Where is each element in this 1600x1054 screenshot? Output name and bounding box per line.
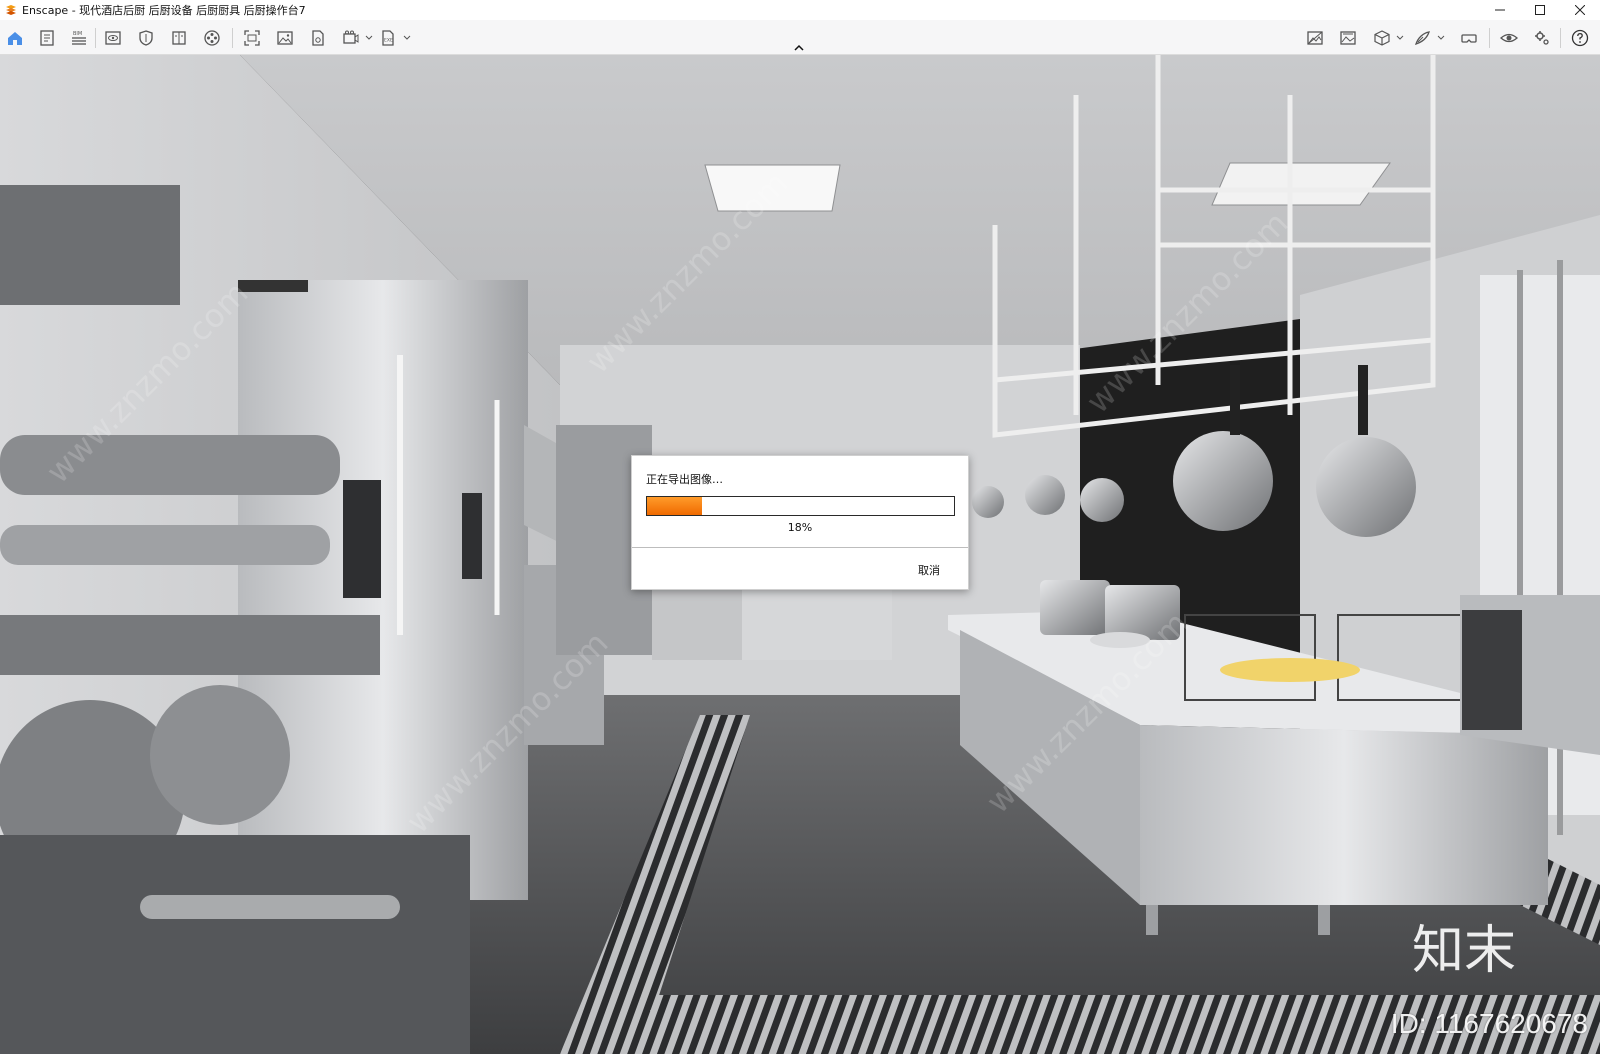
screenshot-button[interactable]	[241, 27, 263, 49]
chevron-down-icon	[1396, 35, 1404, 40]
view-button[interactable]	[102, 27, 124, 49]
maximize-icon	[1535, 5, 1545, 15]
export-progress-dialog: 正在导出图像… 18% 取消	[631, 455, 969, 590]
photo-settings-icon	[1340, 31, 1356, 45]
image-compare-button[interactable]	[1304, 27, 1326, 49]
film-reel-icon	[204, 30, 220, 46]
collapse-toolbar-button[interactable]	[792, 42, 806, 54]
document-button[interactable]	[36, 27, 58, 49]
visibility-button[interactable]	[1498, 27, 1520, 49]
window-title: Enscape - 现代酒店后厨 后厨设备 后厨厨具 后厨操作台7	[22, 4, 306, 17]
minimize-button[interactable]	[1480, 0, 1520, 20]
chevron-down-icon	[365, 35, 373, 40]
dialog-title: 正在导出图像…	[646, 473, 723, 486]
eye-icon	[1500, 33, 1518, 43]
brush-dropdown-button[interactable]	[1436, 27, 1446, 49]
title-bar: Enscape - 现代酒店后厨 后厨设备 后厨厨具 后厨操作台7	[0, 0, 1600, 21]
window-controls	[1480, 0, 1600, 20]
cube-dropdown-button[interactable]	[1395, 27, 1405, 49]
brush-button[interactable]	[1411, 27, 1433, 49]
film-reel-button[interactable]	[201, 27, 223, 49]
bim-list-icon: BIM	[72, 31, 86, 45]
file-edit-icon	[312, 30, 324, 46]
exe-export-button[interactable]: EXE	[377, 27, 399, 49]
home-button[interactable]	[4, 27, 26, 49]
maximize-button[interactable]	[1520, 0, 1560, 20]
help-button[interactable]	[1569, 27, 1591, 49]
bim-label: BIM	[73, 31, 82, 37]
book-icon	[172, 31, 186, 45]
close-icon	[1575, 5, 1585, 15]
exe-dropdown-button[interactable]	[402, 27, 412, 49]
close-button[interactable]	[1560, 0, 1600, 20]
toolbar-separator	[1560, 28, 1561, 48]
photo-settings-button[interactable]	[1337, 27, 1359, 49]
bim-button[interactable]: BIM	[68, 27, 90, 49]
progress-fill	[647, 497, 703, 515]
brush-icon	[1414, 31, 1430, 46]
shield-icon	[139, 30, 153, 46]
video-record-icon	[343, 30, 359, 44]
cube-icon	[1374, 30, 1390, 46]
image-icon	[277, 31, 293, 45]
vr-button[interactable]	[1458, 27, 1480, 49]
settings-gear-icon	[1535, 31, 1549, 45]
chevron-down-icon	[403, 35, 411, 40]
vr-headset-icon	[1461, 34, 1477, 43]
eye-box-icon	[105, 31, 121, 45]
image-button[interactable]	[274, 27, 296, 49]
cancel-button[interactable]: 取消	[918, 562, 940, 578]
dialog-divider	[632, 547, 968, 548]
toolbar-separator	[95, 28, 96, 48]
watermark-brand-logo: 知末	[1412, 916, 1532, 980]
toolbar-separator	[1489, 28, 1490, 48]
book-button[interactable]	[168, 27, 190, 49]
video-button[interactable]	[340, 27, 362, 49]
settings-button[interactable]	[1531, 27, 1553, 49]
video-dropdown-button[interactable]	[364, 27, 374, 49]
toolbar-separator	[232, 28, 233, 48]
minimize-icon	[1495, 9, 1505, 11]
help-icon	[1571, 29, 1589, 47]
watermark-id: ID: 1167620678	[1390, 1008, 1588, 1039]
progress-percent-label: 18%	[787, 521, 813, 534]
document-icon	[40, 30, 54, 46]
enscape-logo-icon	[6, 5, 16, 15]
shield-button[interactable]	[135, 27, 157, 49]
file-edit-button[interactable]	[307, 27, 329, 49]
export-progress-bar	[646, 496, 955, 516]
exe-label: EXE	[384, 38, 393, 44]
image-compare-icon	[1307, 31, 1323, 45]
cube-button[interactable]	[1371, 27, 1393, 49]
chevron-up-icon	[794, 44, 804, 51]
exe-export-icon: EXE	[382, 30, 394, 46]
home-icon	[8, 32, 22, 45]
screenshot-icon	[244, 30, 260, 46]
chevron-down-icon	[1437, 35, 1445, 40]
watermark-brand: 知末	[1412, 921, 1516, 980]
